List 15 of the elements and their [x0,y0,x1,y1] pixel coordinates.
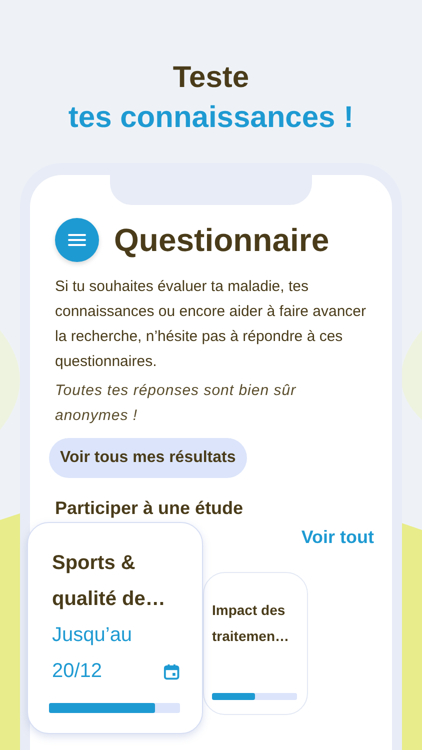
study-card[interactable]: Impact des traitemen… [203,572,308,715]
intro-text: Si tu souhaites évaluer ta maladie, tes connaissances ou encore aider à faire avancer la recherche, n’hésite pas à répondre à ces questionnaires. [55,277,368,372]
menu-icon [68,233,86,247]
results-button[interactable]: Voir tous mes résultats [49,438,247,478]
page-title: Questionnaire [114,222,330,258]
deadline-text: Jusqu’au 20/12 [52,623,134,684]
anonymity-note: Toutes tes réponses sont bien sûr anonymes ! [55,381,298,426]
section-title: Participer à une étude [55,498,244,519]
study-title: Impact des traitemen… [212,601,290,646]
study-card[interactable]: Sports & qualité de… Jusqu’au 20/12 [27,522,203,734]
headline: Teste [172,60,250,96]
calendar-icon [162,663,180,681]
study-title: Sports & qualité de… [52,551,166,612]
menu-button[interactable] [55,218,99,262]
headline-highlight: tes connaissances ! [68,100,354,136]
